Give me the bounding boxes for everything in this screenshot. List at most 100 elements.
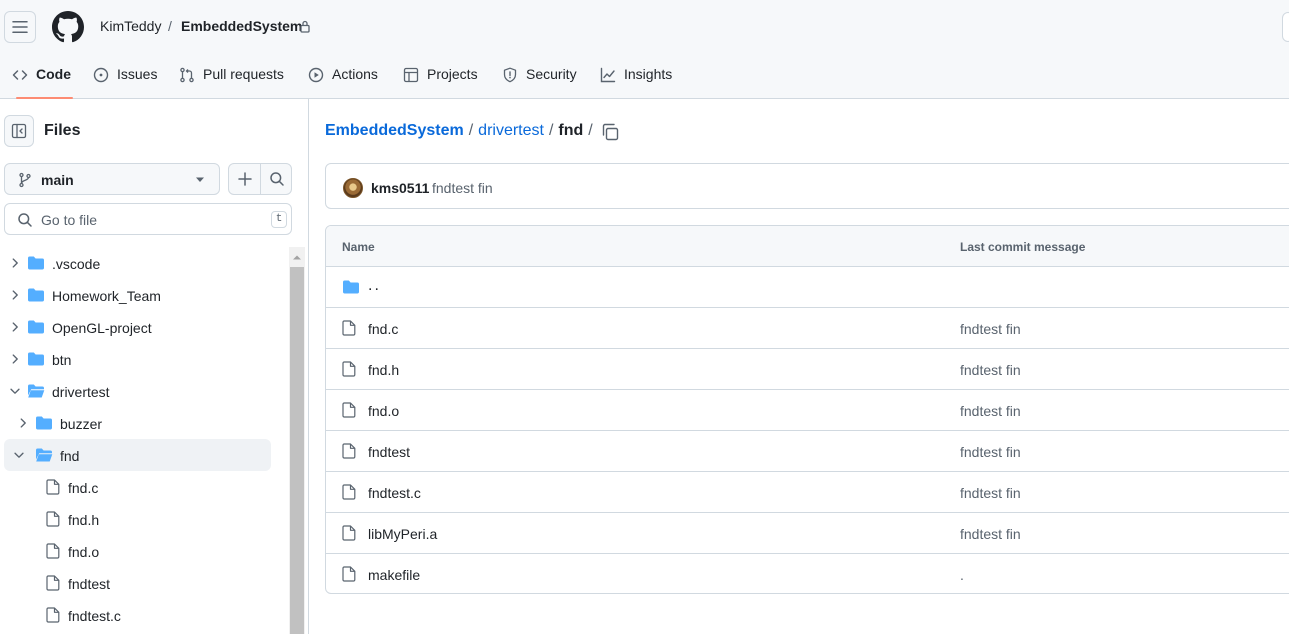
breadcrumb-dir-link[interactable]: drivertest [478,122,544,139]
tab-pull-requests[interactable]: Pull requests [179,60,284,99]
file-name-link[interactable]: fndtest [368,444,410,460]
search-icon [269,172,284,186]
column-header-commit-message: Last commit message [960,240,1086,254]
file-icon [342,361,356,377]
tree-scrollbar[interactable] [289,247,305,634]
search-icon [18,213,32,227]
breadcrumb-separator: / [588,122,593,139]
folder-open-icon [36,448,53,462]
breadcrumb-repo-link[interactable]: EmbeddedSystem [325,122,464,139]
tree-item-fndtest[interactable]: fndtest [4,567,271,599]
tab-projects[interactable]: Projects [403,60,478,99]
tab-code[interactable]: Code [12,60,73,99]
repo-owner-link[interactable]: KimTeddy [100,18,161,34]
search-code-button[interactable] [261,164,292,194]
commit-message-link[interactable]: fndtest fin [960,403,1021,419]
table-row[interactable]: fnd.o fndtest fin [326,390,1289,431]
commit-message-link[interactable]: fndtest fin [432,180,493,196]
tree-item-buzzer[interactable]: buzzer [4,407,271,439]
chevron-down-icon[interactable] [12,448,26,462]
breadcrumb-separator: / [468,122,474,139]
tree-item-fnd-h[interactable]: fnd.h [4,503,271,535]
folder-open-icon [28,384,45,398]
commit-author-link[interactable]: kms0511 [371,180,429,196]
tree-item-fnd-c[interactable]: fnd.c [4,471,271,503]
menu-button[interactable] [4,11,36,43]
file-name-link[interactable]: fndtest.c [368,485,421,501]
shield-icon [503,67,517,83]
file-icon [342,525,356,541]
tree-item-label: fndtest.c [68,608,121,624]
tree-item-drivertest[interactable]: drivertest [4,375,271,407]
tree-item-label: fnd.h [68,512,100,528]
commit-message-link[interactable]: fndtest fin [960,444,1021,460]
commit-message-link[interactable]: . [960,567,964,583]
files-heading: Files [44,122,81,139]
play-icon [308,67,324,83]
go-to-file-search[interactable]: t [4,203,292,235]
avatar[interactable] [343,178,363,198]
file-name-link[interactable]: fnd.h [368,362,399,378]
tree-item-homework-team[interactable]: Homework_Team [4,279,271,311]
chevron-right-icon[interactable] [8,352,22,366]
tab-security[interactable]: Security [502,60,577,99]
table-row[interactable]: makefile . [326,554,1289,593]
table-row-parent-directory[interactable]: .. [326,267,1289,308]
tab-actions[interactable]: Actions [308,60,378,99]
folder-icon [28,288,44,302]
commit-message-link[interactable]: fndtest fin [960,485,1021,501]
folder-icon [28,320,44,334]
tree-item-fndtest-c[interactable]: fndtest.c [4,599,271,631]
tree-item-btn[interactable]: btn [4,343,271,375]
shortcut-key-hint: t [271,211,287,228]
tree-item-label: fndtest [68,576,111,592]
column-header-name: Name [342,240,375,254]
commit-message-link[interactable]: fndtest fin [960,321,1021,337]
tree-item-vscode[interactable]: .vscode [4,248,271,279]
repo-name-link[interactable]: EmbeddedSystem [181,18,302,34]
git-pull-request-icon [180,67,194,83]
file-icon [342,402,356,418]
file-name-link[interactable]: libMyPeri.a [368,526,437,542]
collapse-sidebar-button[interactable] [4,115,34,147]
latest-commit-bar: kms0511 fndtest fin [325,163,1289,209]
table-row[interactable]: fndtest fndtest fin [326,431,1289,472]
table-row[interactable]: fnd.c fndtest fin [326,308,1289,349]
tree-item-fnd[interactable]: fnd [4,439,271,471]
repo-header: KimTeddy / EmbeddedSystem Code Issues Pu… [0,0,1289,99]
scrollbar-thumb[interactable] [290,267,304,634]
file-name-link[interactable]: fnd.c [368,321,398,337]
scroll-up-arrow-icon[interactable] [289,251,305,263]
add-file-button[interactable] [229,164,260,194]
chevron-right-icon[interactable] [8,320,22,334]
table-row[interactable]: fnd.h fndtest fin [326,349,1289,390]
file-path-breadcrumb: EmbeddedSystem / drivertest / fnd / [325,122,598,140]
tree-item-fnd-o[interactable]: fnd.o [4,535,271,567]
file-name-link[interactable]: fnd.o [368,403,399,419]
chevron-right-icon[interactable] [8,256,22,270]
tab-insights[interactable]: Insights [600,60,672,99]
tree-item-opengl-project[interactable]: OpenGL-project [4,311,271,343]
commit-message-link[interactable]: fndtest fin [960,362,1021,378]
table-icon [403,67,419,83]
tab-security-label: Security [526,66,577,82]
parent-directory-link[interactable]: .. [368,277,381,295]
folder-icon [36,416,52,430]
tab-issues[interactable]: Issues [93,60,157,99]
go-to-file-input[interactable] [41,210,261,230]
commit-message-link[interactable]: fndtest fin [960,526,1021,542]
header-right-control[interactable] [1282,12,1289,42]
table-row[interactable]: libMyPeri.a fndtest fin [326,513,1289,554]
tab-actions-label: Actions [332,66,378,82]
copy-path-icon[interactable] [600,122,620,142]
table-row[interactable]: fndtest.c fndtest fin [326,472,1289,513]
code-icon [12,70,28,80]
branch-select-button[interactable]: main [4,163,220,195]
breadcrumb-separator: / [548,122,554,139]
chevron-down-icon[interactable] [8,384,22,398]
tab-issues-label: Issues [117,66,158,82]
chevron-right-icon[interactable] [16,416,30,430]
chevron-right-icon[interactable] [8,288,22,302]
file-name-link[interactable]: makefile [368,567,420,583]
github-logo-icon[interactable] [52,11,84,43]
